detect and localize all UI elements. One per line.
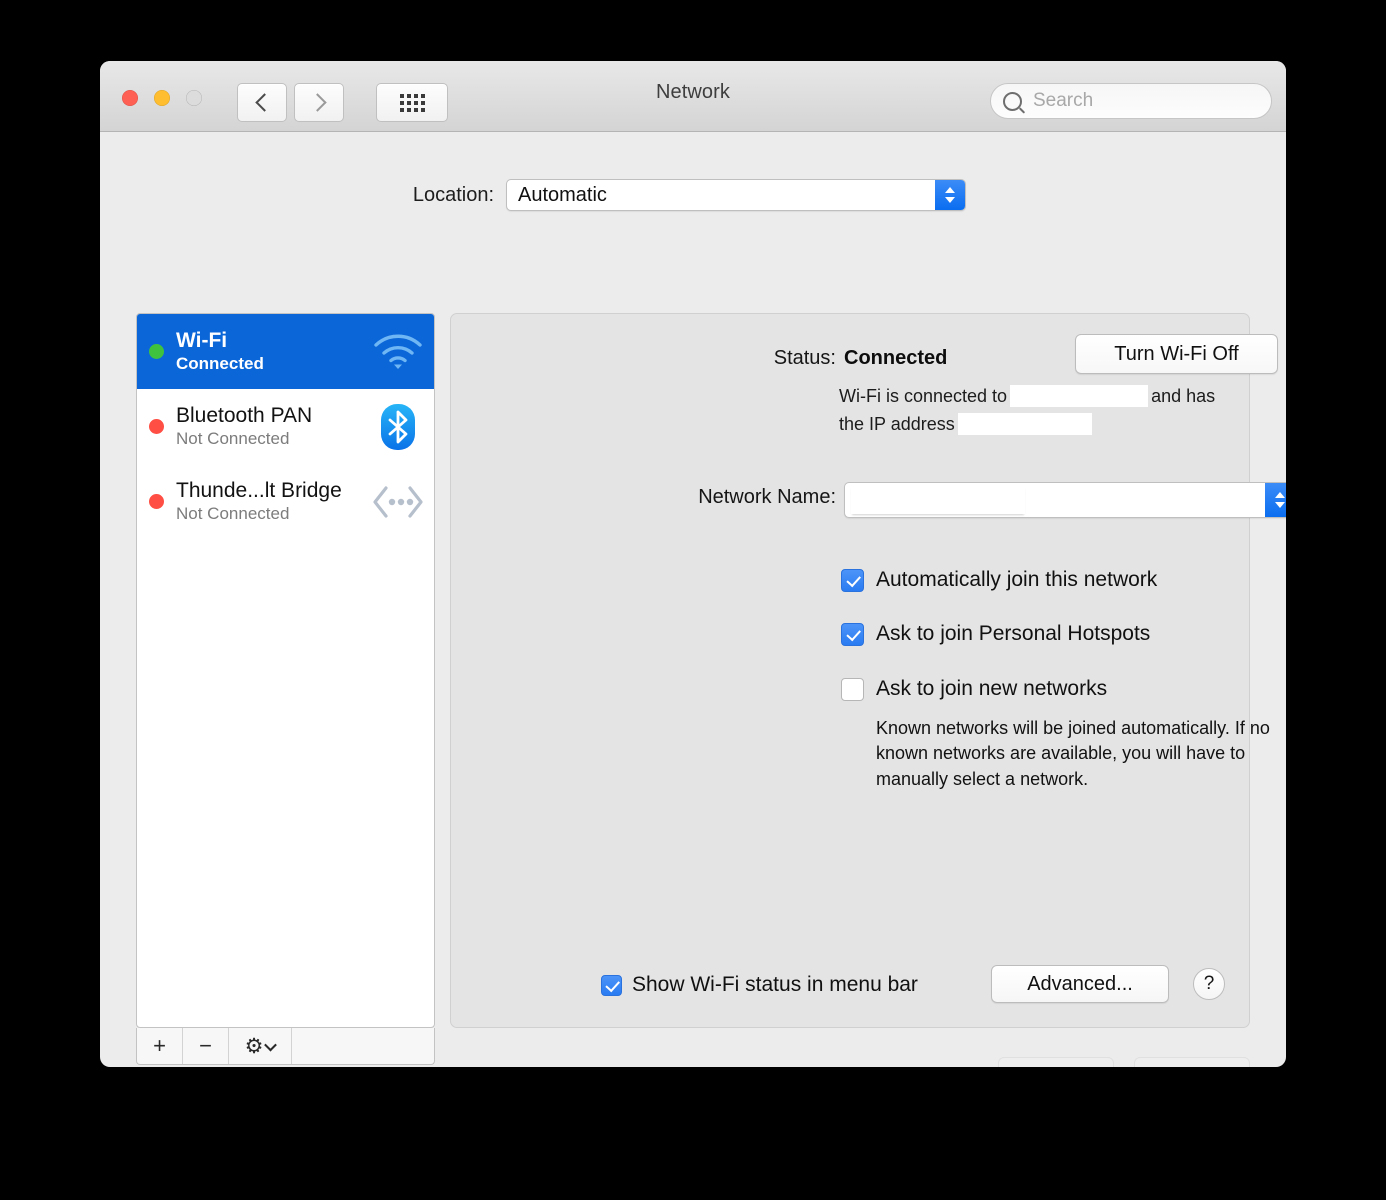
checkbox-row-personal-hotspots[interactable]: Ask to join Personal Hotspots bbox=[841, 621, 1271, 647]
bluetooth-icon bbox=[370, 401, 426, 453]
apply-button[interactable]: Apply bbox=[1134, 1057, 1250, 1067]
location-popup[interactable]: Automatic bbox=[506, 179, 966, 211]
service-row-bluetooth-pan[interactable]: Bluetooth PAN Not Connected bbox=[137, 389, 434, 464]
status-led-red bbox=[149, 419, 164, 434]
location-label: Location: bbox=[412, 183, 494, 206]
checkbox-personal-hotspots[interactable] bbox=[841, 623, 864, 647]
checkbox-row-auto-join[interactable]: Automatically join this network bbox=[841, 567, 1271, 593]
status-label: Status: bbox=[773, 347, 836, 369]
checkbox-menubar-status[interactable] bbox=[601, 974, 622, 996]
status-desc-part1: Wi-Fi is connected to bbox=[839, 386, 1008, 406]
helper-text: Known networks will be joined automatica… bbox=[876, 717, 1270, 789]
revert-button[interactable]: Revert bbox=[998, 1057, 1114, 1067]
checkbox-label: Ask to join Personal Hotspots bbox=[876, 622, 1151, 646]
network-name-redacted-value bbox=[851, 486, 1025, 514]
ip-redacted-value bbox=[957, 413, 1092, 436]
help-button[interactable]: ? bbox=[1193, 968, 1225, 1000]
search-field[interactable]: Search bbox=[990, 83, 1272, 119]
service-name: Wi-Fi bbox=[176, 329, 228, 353]
checkbox-ask-new-networks[interactable] bbox=[841, 677, 864, 701]
gear-icon: ⚙ bbox=[244, 1034, 264, 1058]
window-body: Location: Automatic Wi-Fi Connected Blue… bbox=[100, 132, 1286, 1067]
network-name-label: Network Name: bbox=[698, 486, 836, 508]
detail-panel: Status: Connected Turn Wi-Fi Off Wi-Fi i… bbox=[450, 313, 1286, 1028]
checkbox-label: Automatically join this network bbox=[876, 568, 1158, 591]
status-desc-part2: and has bbox=[1151, 386, 1216, 406]
service-status: Connected bbox=[176, 353, 264, 373]
wifi-icon bbox=[370, 326, 426, 378]
window-action-buttons: Revert Apply bbox=[998, 1057, 1250, 1067]
service-name: Bluetooth PAN bbox=[176, 404, 313, 428]
service-status: Not Connected bbox=[176, 503, 290, 523]
checkbox-row-menubar-status[interactable]: Show Wi-Fi status in menu bar bbox=[601, 972, 918, 998]
network-name-popup[interactable] bbox=[844, 482, 1286, 518]
location-stepper-icon[interactable] bbox=[935, 180, 965, 210]
status-led-red bbox=[149, 494, 164, 509]
service-list[interactable]: Wi-Fi Connected Bluetooth PAN Not Connec… bbox=[136, 313, 435, 1028]
chevron-down-icon bbox=[264, 1038, 278, 1051]
service-name: Thunde...lt Bridge bbox=[176, 479, 342, 503]
window-titlebar: Network Search bbox=[100, 61, 1286, 132]
service-list-toolbar: + − ⚙ bbox=[136, 1028, 435, 1065]
wifi-options: Automatically join this network Ask to j… bbox=[841, 567, 1271, 792]
checkbox-auto-join[interactable] bbox=[841, 569, 864, 592]
checkbox-row-ask-new-networks[interactable]: Ask to join new networks bbox=[841, 676, 1271, 702]
location-row: Location: Automatic bbox=[100, 179, 1286, 211]
search-placeholder: Search bbox=[1033, 90, 1094, 111]
network-name-stepper-icon[interactable] bbox=[1265, 483, 1286, 517]
ssid-redacted-value bbox=[1010, 385, 1149, 408]
checkbox-label: Ask to join new networks bbox=[876, 676, 1108, 700]
service-actions-button[interactable]: ⚙ bbox=[229, 1028, 292, 1064]
search-icon bbox=[1003, 91, 1022, 111]
toolbar-filler bbox=[292, 1028, 434, 1064]
service-row-wifi[interactable]: Wi-Fi Connected bbox=[137, 314, 434, 389]
status-led-green bbox=[149, 344, 164, 359]
panel-footer: Show Wi-Fi status in menu bar Advanced..… bbox=[451, 965, 1249, 1005]
location-value: Automatic bbox=[518, 183, 607, 206]
service-status: Not Connected bbox=[176, 428, 290, 448]
status-description: Wi-Fi is connected to and has the IP addr… bbox=[839, 383, 1264, 439]
turn-wifi-off-button[interactable]: Turn Wi-Fi Off bbox=[1075, 334, 1278, 374]
status-desc-part3: the IP address bbox=[839, 413, 955, 434]
network-preferences-window: Network Search Location: Automatic Wi-Fi bbox=[100, 61, 1286, 1067]
remove-service-button[interactable]: − bbox=[183, 1028, 229, 1064]
status-value: Connected bbox=[844, 347, 948, 369]
add-service-button[interactable]: + bbox=[137, 1028, 183, 1064]
checkbox-label: Show Wi-Fi status in menu bar bbox=[632, 973, 918, 996]
advanced-button[interactable]: Advanced... bbox=[991, 965, 1169, 1003]
service-row-thunderbolt-bridge[interactable]: Thunde...lt Bridge Not Connected bbox=[137, 464, 434, 539]
thunderbolt-icon bbox=[370, 476, 426, 528]
